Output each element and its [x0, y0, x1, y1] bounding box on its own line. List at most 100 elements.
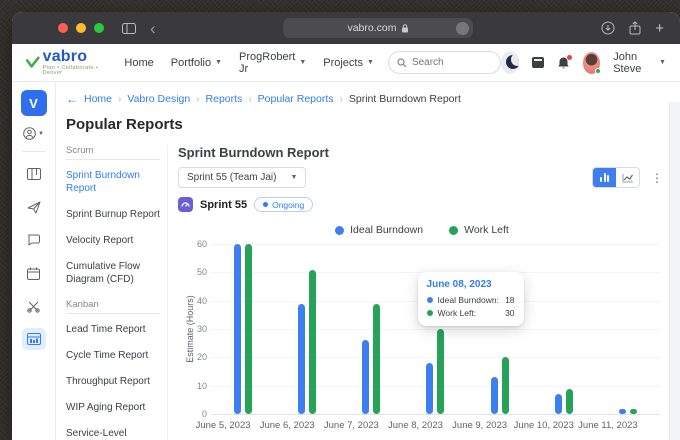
extension-badge-icon[interactable] [456, 22, 469, 35]
chevron-down-icon: ▼ [215, 59, 222, 66]
sidebar-item-lead-time-report[interactable]: Lead Time Report [66, 323, 160, 336]
dark-mode-toggle[interactable] [501, 51, 519, 74]
sidebar-item-cumulative-flow-diagram-cfd[interactable]: Cumulative Flow Diagram (CFD) [66, 260, 160, 286]
bar-group-june-5-2023 [211, 244, 275, 414]
bar-ideal-burndown[interactable] [298, 304, 305, 415]
chevron-down-icon: ▼ [659, 59, 666, 66]
divider [66, 159, 160, 160]
calendar-icon[interactable] [22, 262, 46, 284]
sidebar-item-cycle-time-report[interactable]: Cycle Time Report [66, 349, 160, 362]
zoom-window-icon[interactable] [94, 23, 104, 33]
app-header: vabro Plan • Collaborate • Deliver Home P… [12, 44, 680, 82]
address-bar[interactable]: vabro.com [283, 18, 473, 38]
search-input[interactable] [412, 57, 492, 68]
legend-item-work-left[interactable]: Work Left [449, 224, 509, 236]
bar-ideal-burndown[interactable] [362, 340, 369, 414]
bar-work-left[interactable] [630, 409, 637, 414]
breadcrumb: ← Home›Vabro Design›Reports›Popular Repo… [66, 92, 666, 106]
sidebar-item-wip-aging-report[interactable]: WIP Aging Report [66, 401, 160, 414]
bar-group-june-9-2023 [468, 244, 532, 414]
sprint-select-value: Sprint 55 (Team Jai) [187, 172, 276, 183]
y-tick: 60 [197, 239, 207, 249]
scissors-icon[interactable] [22, 295, 46, 317]
main-nav: Home Portfolio▼ ProgRobert Jr▼ Projects▼ [124, 51, 374, 75]
x-axis-labels: June 5, 2023June 6, 2023June 7, 2023June… [191, 420, 640, 431]
breadcrumb-link-reports[interactable]: Reports [206, 93, 243, 105]
workspace-tile[interactable]: V [21, 90, 47, 116]
bar-work-left[interactable] [566, 389, 573, 415]
nav-item-home[interactable]: Home [124, 57, 153, 69]
bar-work-left[interactable] [373, 304, 380, 415]
breadcrumb-link-popular-reports[interactable]: Popular Reports [258, 93, 334, 105]
sidebar-toggle-icon[interactable] [122, 23, 136, 34]
user-switcher[interactable]: ▼ [23, 127, 44, 140]
bar-ideal-burndown[interactable] [555, 394, 562, 414]
tooltip-row: Work Left:30 [427, 308, 515, 318]
user-menu[interactable]: John Steve ▼ [613, 51, 666, 75]
board-icon[interactable] [22, 163, 46, 185]
online-status-dot [595, 68, 601, 74]
line-chart-icon [622, 173, 634, 183]
url-text: vabro.com [347, 22, 396, 34]
bar-ideal-burndown[interactable] [619, 409, 626, 414]
user-name: John Steve [613, 51, 654, 75]
divider [22, 151, 46, 152]
send-icon[interactable] [22, 196, 46, 218]
search-box[interactable] [388, 51, 501, 74]
y-tick: 40 [197, 296, 207, 306]
y-tick: 20 [197, 352, 207, 362]
sprint-select[interactable]: Sprint 55 (Team Jai) ▼ [178, 167, 306, 188]
y-tick: 0 [202, 409, 207, 419]
bar-chart-view-button[interactable] [593, 168, 616, 187]
legend-dot [335, 226, 344, 235]
bar-ideal-burndown[interactable] [234, 244, 241, 414]
share-icon[interactable] [629, 21, 641, 35]
bar-work-left[interactable] [437, 329, 444, 414]
breadcrumb-link-home[interactable]: Home [84, 93, 112, 105]
line-chart-view-button[interactable] [616, 168, 639, 187]
chevron-down-icon: ▼ [367, 59, 374, 66]
x-tick-label: June 10, 2023 [512, 420, 576, 431]
sidebar-item-sprint-burndown-report[interactable]: Sprint Burndown Report [66, 169, 160, 195]
page-title: Popular Reports [66, 116, 666, 133]
more-options-icon[interactable]: ⋮ [648, 171, 666, 185]
sidebar-item-velocity-report[interactable]: Velocity Report [66, 234, 160, 247]
bar-work-left[interactable] [245, 244, 252, 414]
y-tick: 10 [197, 381, 207, 391]
sidebar-item-service-level-agreement-sla-report[interactable]: Service-Level Agreement (SLA) Report [66, 427, 160, 440]
chat-icon[interactable] [22, 229, 46, 251]
burndown-chart: Estimate (Hours) 0102030405060 June 08, … [178, 244, 666, 414]
legend-item-ideal-burndown[interactable]: Ideal Burndown [335, 224, 423, 236]
logo-wordmark: vabro [43, 49, 109, 65]
x-tick-label: June 8, 2023 [383, 420, 447, 431]
bar-work-left[interactable] [309, 270, 316, 415]
sidebar-item-sprint-burnup-report[interactable]: Sprint Burnup Report [66, 208, 160, 221]
sidebar-item-throughput-report[interactable]: Throughput Report [66, 375, 160, 388]
nav-item-progrobert-jr[interactable]: ProgRobert Jr▼ [239, 51, 306, 75]
breadcrumb-link-vabro-design[interactable]: Vabro Design [127, 93, 190, 105]
bar-ideal-burndown[interactable] [426, 363, 433, 414]
close-window-icon[interactable] [58, 23, 68, 33]
bar-ideal-burndown[interactable] [491, 377, 498, 414]
person-icon [23, 127, 36, 140]
back-arrow-icon[interactable]: ← [66, 92, 78, 106]
browser-window: ‹ vabro.com + vabro Plan • [12, 12, 680, 440]
minimize-window-icon[interactable] [76, 23, 86, 33]
logo-tagline: Plan • Collaborate • Deliver [43, 66, 109, 77]
bar-work-left[interactable] [502, 357, 509, 414]
nav-item-portfolio[interactable]: Portfolio▼ [171, 57, 222, 69]
section-title-kanban: Kanban [66, 299, 160, 310]
reports-icon[interactable] [22, 328, 46, 350]
bar-group-june-6-2023 [275, 244, 339, 414]
new-tab-icon[interactable]: + [655, 21, 664, 36]
bar-chart-icon [600, 173, 609, 182]
notifications-button[interactable] [557, 56, 570, 70]
tooltip-rows: Ideal Burndown:18Work Left:30 [427, 295, 515, 318]
nav-item-projects[interactable]: Projects▼ [323, 57, 374, 69]
vabro-logo[interactable]: vabro Plan • Collaborate • Deliver [26, 49, 108, 77]
x-tick-label: June 7, 2023 [319, 420, 383, 431]
traffic-lights[interactable] [58, 23, 104, 33]
avatar[interactable] [583, 52, 600, 74]
downloads-icon[interactable] [601, 21, 615, 35]
browser-card-icon[interactable] [532, 57, 544, 68]
